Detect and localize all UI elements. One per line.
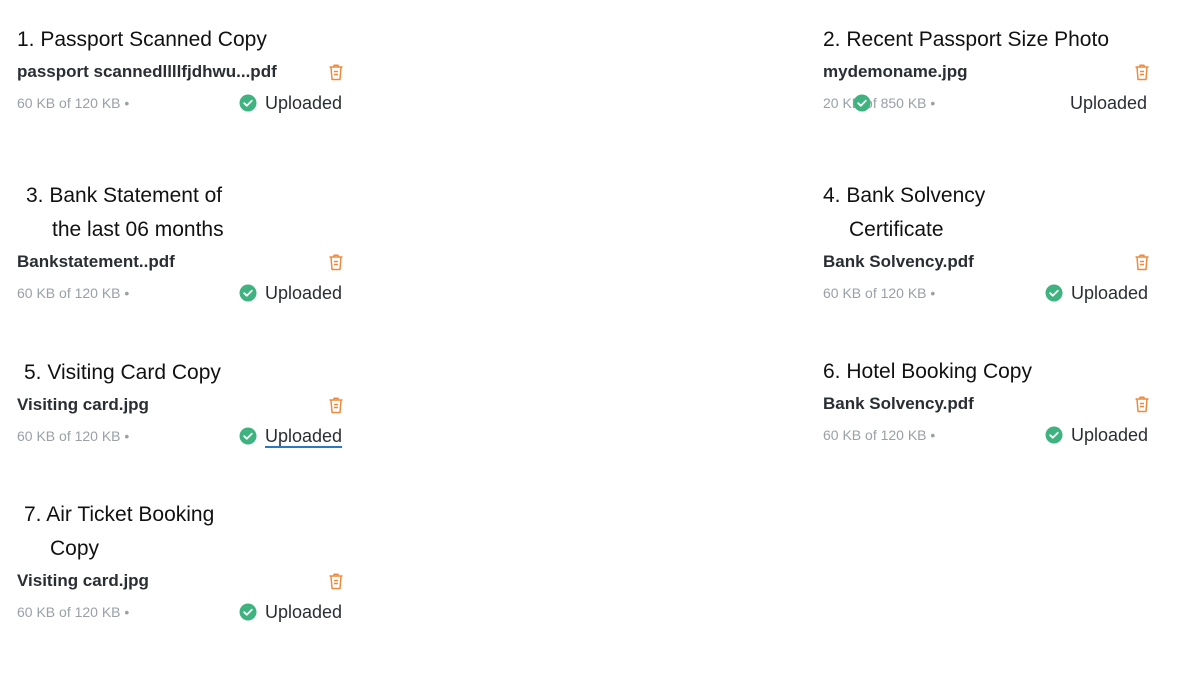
check-circle-icon [239,94,257,112]
document-number: 4. [823,184,841,207]
document-title-text: Passport Scanned Copy [40,28,267,51]
upload-status: Uploaded [239,87,342,119]
document-title: 5. Visiting Card Copy [17,356,357,390]
delete-button[interactable] [327,571,345,591]
upload-status: Uploaded [1070,87,1147,119]
file-row: Visiting card.jpg [17,390,357,420]
file-name: Bank Solvency.pdf [823,394,974,413]
document-item: 7. Air Ticket Booking Copy Visiting card… [17,498,357,628]
document-title-line: Certificate [849,218,944,241]
file-row: passport scannedllllfjdhwu...pdf [17,57,357,87]
document-title: 7. Air Ticket Booking Copy [17,498,357,566]
document-title-line: Copy [50,537,100,560]
document-number: 6. [823,360,841,383]
file-size: 60 KB of 120 KB • [17,604,130,620]
status-row: 60 KB of 120 KB • Uploaded [823,419,1163,451]
upload-status[interactable]: Uploaded [239,420,342,452]
status-label: Uploaded [265,601,343,622]
trash-icon [329,64,343,81]
delete-button[interactable] [1133,62,1151,82]
status-label: Uploaded [1070,92,1148,113]
file-name: mydemoname.jpg [823,62,968,81]
document-title-text: Recent Passport Size Photo [846,28,1110,51]
document-number: 5. [24,361,42,384]
upload-status: Uploaded [239,596,342,628]
delete-button[interactable] [327,62,345,82]
document-item: 4. Bank Solvency Certificate Bank Solven… [823,179,1163,309]
document-number: 7. [24,503,42,526]
document-number: 2. [823,28,841,51]
document-item: 3. Bank Statement of the last 06 months … [17,179,357,309]
document-item: 6. Hotel Booking Copy Bank Solvency.pdf … [823,355,1163,451]
status-row: 60 KB of 120 KB • Uploaded [17,420,357,452]
upload-status: Uploaded [239,277,342,309]
file-size: 60 KB of 120 KB • [17,285,130,301]
file-row: Bank Solvency.pdf [823,247,1163,277]
document-item: 1. Passport Scanned Copy passport scanne… [17,23,357,119]
file-name: Visiting card.jpg [17,395,149,414]
status-label: Uploaded [1071,424,1149,445]
delete-button[interactable] [1133,252,1151,272]
file-name: passport scannedllllfjdhwu...pdf [17,62,277,81]
document-title: 6. Hotel Booking Copy [823,355,1163,389]
check-circle-icon [239,427,257,445]
document-title-line: Bank Solvency [846,184,986,207]
file-row: mydemoname.jpg [823,57,1163,87]
document-title: 1. Passport Scanned Copy [17,23,357,57]
document-item: 2. Recent Passport Size Photo mydemoname… [823,23,1163,119]
status-row: 60 KB of 120 KB • Uploaded [17,596,357,628]
file-row: Bankstatement..pdf [17,247,357,277]
document-number: 3. [26,184,44,207]
status-row: 20 KB of 850 KB • Uploaded [823,87,1163,119]
file-size: 20 KB of 850 KB • [823,95,936,111]
file-row: Visiting card.jpg [17,566,357,596]
trash-icon [1135,396,1149,413]
file-name: Bankstatement..pdf [17,252,175,271]
upload-status: Uploaded [1045,277,1148,309]
document-title: 3. Bank Statement of the last 06 months [17,179,357,247]
document-number: 1. [17,28,35,51]
delete-button[interactable] [327,252,345,272]
file-name: Visiting card.jpg [17,571,149,590]
trash-icon [1135,64,1149,81]
delete-button[interactable] [1133,394,1151,414]
status-row: 60 KB of 120 KB • Uploaded [823,277,1163,309]
check-circle-icon [1045,426,1063,444]
trash-icon [329,397,343,414]
status-label: Uploaded [1071,282,1149,303]
file-name: Bank Solvency.pdf [823,252,974,271]
file-size: 60 KB of 120 KB • [823,427,936,443]
file-size: 60 KB of 120 KB • [17,428,130,444]
document-title-text: Hotel Booking Copy [846,360,1032,383]
status-label: Uploaded [265,282,343,303]
document-item: 5. Visiting Card Copy Visiting card.jpg … [17,356,357,452]
upload-status: Uploaded [1045,419,1148,451]
document-title-text: Visiting Card Copy [47,361,221,384]
status-link[interactable]: Uploaded [265,426,342,447]
status-label: Uploaded [265,92,343,113]
document-title-line: Bank Statement of [49,184,223,207]
check-circle-icon [853,94,871,112]
file-row: Bank Solvency.pdf [823,389,1163,419]
check-circle-icon [239,603,257,621]
document-title-line: Air Ticket Booking [46,503,215,526]
document-title: 4. Bank Solvency Certificate [823,179,1163,247]
status-row: 60 KB of 120 KB • Uploaded [17,87,357,119]
delete-button[interactable] [327,395,345,415]
trash-icon [1135,254,1149,271]
check-circle-icon [239,284,257,302]
file-size: 60 KB of 120 KB • [823,285,936,301]
file-size: 60 KB of 120 KB • [17,95,130,111]
trash-icon [329,254,343,271]
check-circle-icon [1045,284,1063,302]
trash-icon [329,573,343,590]
document-title: 2. Recent Passport Size Photo [823,23,1163,57]
status-row: 60 KB of 120 KB • Uploaded [17,277,357,309]
document-title-line: the last 06 months [52,218,224,241]
